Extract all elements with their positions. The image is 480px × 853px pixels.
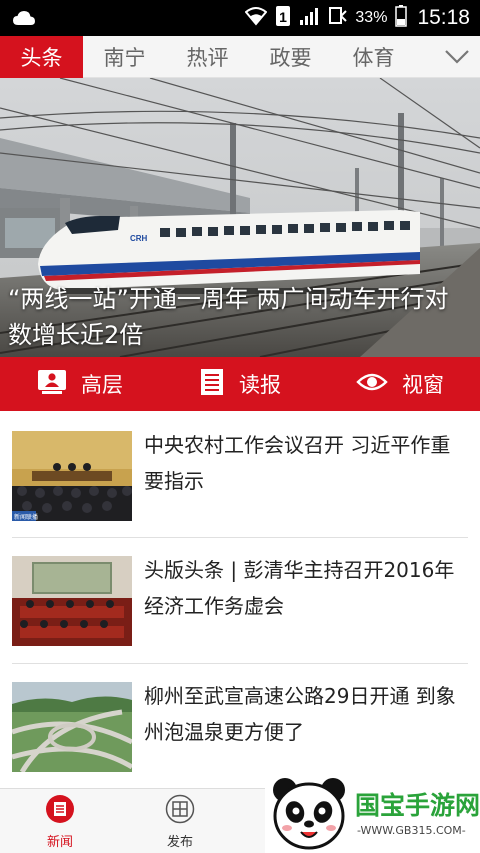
news-icon bbox=[45, 794, 75, 828]
quick-item-label: 视窗 bbox=[402, 373, 444, 397]
quick-access-bar: 高层 读报 视窗 bbox=[0, 357, 480, 411]
quick-item-label: 高层 bbox=[81, 373, 123, 397]
signal-icon bbox=[299, 6, 321, 30]
podium-icon bbox=[37, 369, 67, 400]
tab-sports[interactable]: 体育 bbox=[332, 36, 415, 78]
news-title: 头版头条 | 彭清华主持召开2016年经济工作务虚会 bbox=[144, 558, 455, 618]
news-thumbnail bbox=[12, 682, 132, 772]
list-item[interactable]: 头版头条 | 彭清华主持召开2016年经济工作务虚会 bbox=[0, 538, 480, 664]
cloud-icon bbox=[12, 9, 36, 31]
battery-percent: 33% bbox=[355, 9, 388, 26]
channel-tabs: 头条 南宁 热评 政要 体育 bbox=[0, 36, 480, 78]
roaming-icon bbox=[329, 6, 348, 30]
clock: 15:18 bbox=[417, 6, 470, 29]
panda-logo-icon bbox=[273, 778, 345, 850]
watermark-logo-text: 国宝手游网 bbox=[355, 791, 480, 820]
chevron-down-icon[interactable] bbox=[444, 36, 470, 78]
grid-icon bbox=[165, 794, 195, 828]
tab-nanning[interactable]: 南宁 bbox=[83, 36, 166, 78]
nav-news[interactable]: 新闻 bbox=[10, 789, 110, 853]
quick-item-leaders[interactable]: 高层 bbox=[0, 357, 160, 411]
thumbnail-caption: 新闻联播 bbox=[14, 513, 38, 521]
eye-icon bbox=[356, 371, 388, 398]
train-logo-text: CRH bbox=[130, 234, 148, 243]
news-thumbnail: 新闻联播 bbox=[12, 431, 132, 521]
quick-item-read-paper[interactable]: 读报 bbox=[160, 357, 320, 411]
newspaper-icon bbox=[199, 368, 225, 401]
tab-headlines[interactable]: 头条 bbox=[0, 36, 83, 78]
hero-title[interactable]: “两线一站”开通一周年 两广间动车开行对数增长近2倍 bbox=[8, 281, 472, 353]
nav-label: 新闻 bbox=[46, 834, 73, 850]
news-title: 柳州至武宣高速公路29日开通 到象州泡温泉更方便了 bbox=[144, 684, 456, 744]
quick-item-window[interactable]: 视窗 bbox=[320, 357, 480, 411]
wifi-icon bbox=[244, 6, 268, 30]
svg-text:1: 1 bbox=[280, 9, 288, 25]
news-thumbnail bbox=[12, 556, 132, 646]
tab-politics[interactable]: 政要 bbox=[249, 36, 332, 78]
watermark: 国宝手游网 -WWW.GB315.COM- bbox=[265, 772, 480, 853]
list-item[interactable]: 新闻联播 中央农村工作会议召开 习近平作重要指示 bbox=[0, 411, 480, 537]
hero-banner[interactable]: CRH “两线一站”开通一周年 两广间动车开行对数增长近2倍 bbox=[0, 78, 480, 357]
sim-1-icon: 1 bbox=[275, 5, 291, 31]
tab-hot-comments[interactable]: 热评 bbox=[166, 36, 249, 78]
quick-item-label: 读报 bbox=[239, 373, 281, 397]
battery-icon bbox=[395, 5, 408, 31]
watermark-url: -WWW.GB315.COM- bbox=[357, 824, 466, 837]
nav-label: 发布 bbox=[166, 834, 193, 850]
status-bar: 1 33% 15:18 bbox=[0, 0, 480, 36]
news-title: 中央农村工作会议召开 习近平作重要指示 bbox=[144, 433, 451, 493]
nav-publish[interactable]: 发布 bbox=[130, 789, 230, 853]
